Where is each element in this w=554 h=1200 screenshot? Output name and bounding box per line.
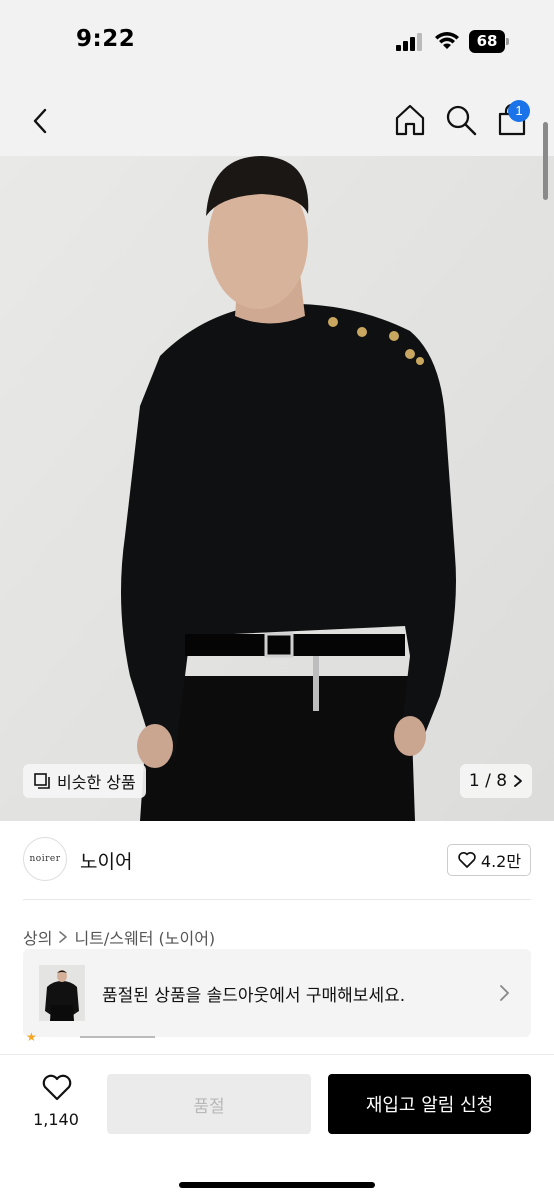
product-image[interactable] bbox=[0, 156, 554, 821]
breadcrumb: 상의 니트/스웨터 (노이어) bbox=[23, 925, 215, 949]
restock-alert-button[interactable]: 재입고 알림 신청 bbox=[328, 1074, 531, 1134]
star-icon: ★ bbox=[26, 1030, 37, 1044]
soldout-banner[interactable]: 품절된 상품을 솔드아웃에서 구매해보세요. bbox=[23, 949, 531, 1037]
wifi-icon bbox=[435, 32, 459, 49]
heart-icon bbox=[458, 851, 476, 868]
image-pager-count: 1 / 8 bbox=[468, 771, 508, 791]
home-icon[interactable] bbox=[392, 102, 428, 138]
top-nav bbox=[0, 88, 554, 156]
divider bbox=[23, 899, 531, 900]
brand-like-button[interactable]: 4.2만 bbox=[447, 844, 531, 876]
cart-count-badge: 1 bbox=[508, 100, 530, 122]
brand-name[interactable]: 노이어 bbox=[80, 847, 132, 874]
wishlist-button[interactable] bbox=[30, 1074, 84, 1106]
status-time: 9:22 bbox=[76, 26, 136, 52]
brand-logo-text: noirer bbox=[29, 854, 61, 864]
soldout-thumbnail bbox=[39, 965, 85, 1021]
search-icon[interactable] bbox=[443, 102, 479, 138]
breadcrumb-category[interactable]: 상의 bbox=[23, 925, 52, 949]
breadcrumb-subcategory[interactable]: 니트/스웨터 (노이어) bbox=[74, 925, 215, 949]
soldout-button: 품절 bbox=[107, 1074, 311, 1134]
back-icon[interactable] bbox=[24, 104, 58, 138]
partial-divider bbox=[80, 1036, 155, 1038]
soldout-banner-text: 품절된 상품을 솔드아웃에서 구매해보세요. bbox=[102, 986, 406, 1006]
image-pager[interactable]: 1 / 8 bbox=[460, 764, 532, 798]
similar-icon bbox=[34, 773, 50, 789]
battery-level: 68 bbox=[469, 30, 505, 53]
product-photo bbox=[0, 156, 554, 821]
similar-products-label: 비슷한 상품 bbox=[57, 773, 136, 792]
scrollbar[interactable] bbox=[543, 122, 548, 200]
wishlist-count: 1,140 bbox=[33, 1110, 79, 1129]
status-bar: 9:22 68 bbox=[0, 0, 554, 88]
chevron-right-icon bbox=[500, 985, 509, 1001]
battery-icon: 68 bbox=[469, 30, 509, 53]
chevron-right-icon bbox=[514, 775, 522, 787]
signal-icon bbox=[396, 33, 424, 51]
brand-like-count: 4.2만 bbox=[480, 852, 522, 871]
brand-logo[interactable]: noirer bbox=[23, 837, 67, 881]
similar-products-button[interactable]: 비슷한 상품 bbox=[23, 764, 146, 798]
chevron-right-icon bbox=[59, 931, 68, 943]
heart-icon bbox=[42, 1074, 72, 1101]
home-indicator bbox=[179, 1182, 375, 1188]
